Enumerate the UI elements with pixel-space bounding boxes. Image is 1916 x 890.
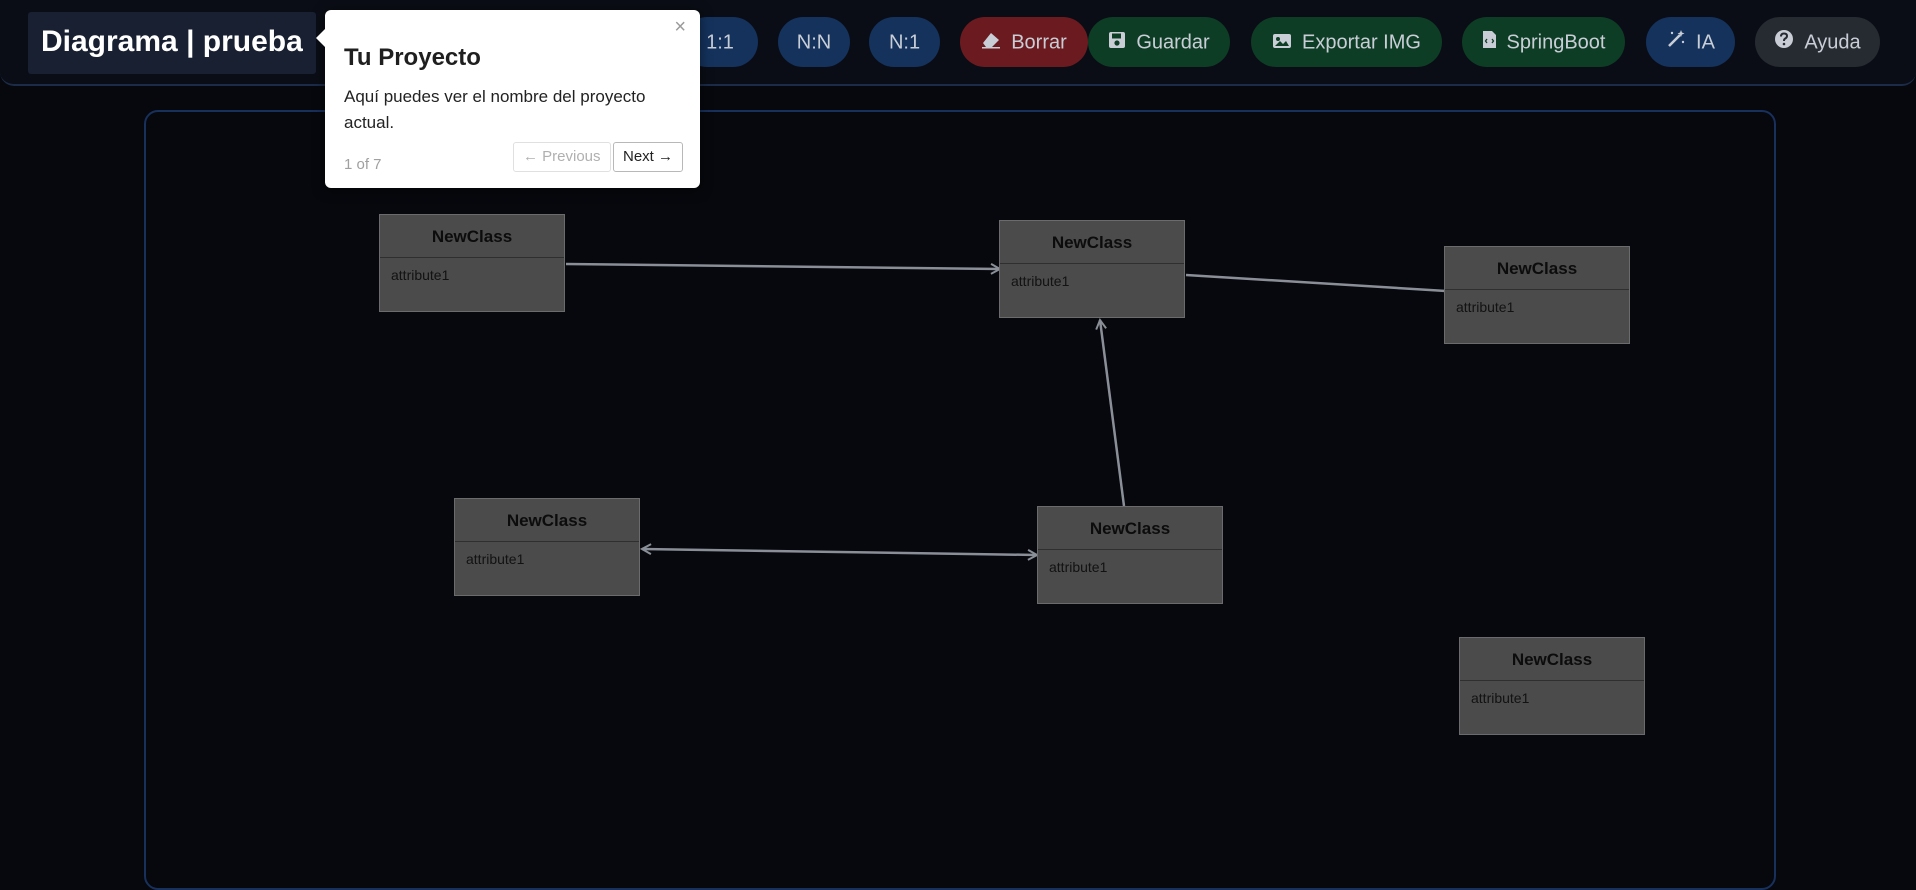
association-line[interactable]: [1185, 273, 1447, 293]
tour-description: Aquí puedes ver el nombre del proyecto a…: [344, 87, 646, 132]
tour-progress: 1 of 7: [344, 156, 382, 173]
uml-class-box[interactable]: NewClass attribute1: [999, 220, 1185, 318]
association-line[interactable]: [642, 549, 1037, 555]
uml-class-box[interactable]: NewClass attribute1: [1459, 637, 1645, 735]
class-name: NewClass: [1000, 221, 1184, 264]
tour-popover: × Tu Proyecto Aquí puedes ver el nombre …: [316, 10, 700, 188]
class-name: NewClass: [1460, 638, 1644, 681]
association-line[interactable]: [565, 262, 1000, 269]
class-attribute: attribute1: [1456, 299, 1515, 315]
uml-class-box[interactable]: NewClass attribute1: [1444, 246, 1630, 344]
class-attribute: attribute1: [1011, 273, 1070, 289]
uml-class-box[interactable]: NewClass attribute1: [1037, 506, 1223, 604]
close-icon[interactable]: ×: [674, 16, 686, 39]
popover-arrow: [316, 29, 325, 47]
next-button[interactable]: Next →: [613, 142, 684, 172]
class-name: NewClass: [455, 499, 639, 542]
class-attribute: attribute1: [466, 551, 525, 567]
association-line[interactable]: [1100, 320, 1126, 507]
class-name: NewClass: [380, 215, 564, 258]
tour-title: Tu Proyecto: [344, 44, 481, 71]
previous-button[interactable]: ← Previous: [513, 142, 611, 172]
uml-class-box[interactable]: NewClass attribute1: [379, 214, 565, 312]
class-attribute: attribute1: [391, 267, 450, 283]
class-attribute: attribute1: [1049, 559, 1108, 575]
uml-class-box[interactable]: NewClass attribute1: [454, 498, 640, 596]
class-name: NewClass: [1445, 247, 1629, 290]
class-attribute: attribute1: [1471, 690, 1530, 706]
class-name: NewClass: [1038, 507, 1222, 550]
